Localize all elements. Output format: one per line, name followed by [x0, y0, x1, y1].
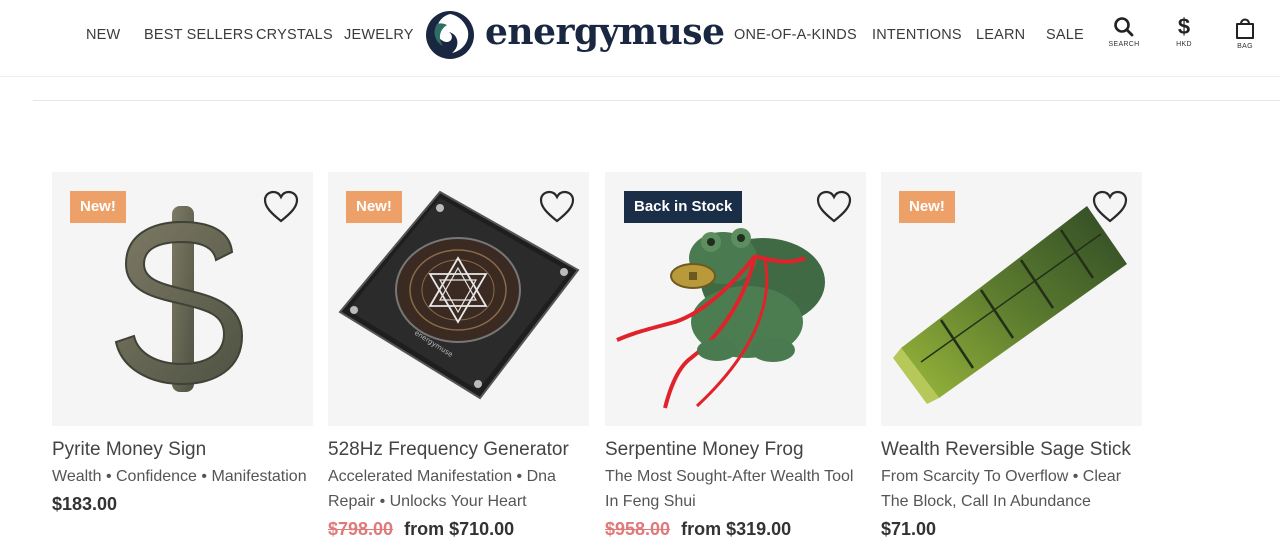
current-price: $71.00: [881, 519, 937, 539]
nav-crystals[interactable]: CRYSTALS: [256, 27, 333, 43]
logo-mark-icon: [426, 11, 474, 59]
currency-selector[interactable]: $ HKD: [1164, 14, 1204, 49]
heart-icon[interactable]: [539, 190, 575, 224]
product-subtitle: From Scarcity To Overflow • Clear The Bl…: [881, 468, 1122, 510]
product-price: $958.00 from $319.00: [605, 516, 866, 542]
dollar-icon: $: [1177, 14, 1191, 39]
brand-name: energymuse: [485, 11, 725, 53]
nav-sale[interactable]: SALE: [1046, 27, 1084, 43]
current-price: from $319.00: [681, 519, 792, 539]
new-badge: New!: [899, 191, 955, 223]
bag-icon: [1236, 18, 1254, 39]
nav-intentions[interactable]: INTENTIONS: [872, 27, 962, 43]
bag-button[interactable]: BAG: [1225, 16, 1265, 50]
site-header: NEW BEST SELLERS CRYSTALS JEWELRY energy…: [0, 0, 1280, 77]
product-title[interactable]: Pyrite Money Sign: [52, 438, 313, 462]
product-card[interactable]: energymuse New! 528Hz Frequency Generato…: [328, 172, 589, 542]
search-label: SEARCH: [1108, 41, 1140, 48]
heart-icon[interactable]: [263, 190, 299, 224]
nav-new[interactable]: NEW: [86, 27, 120, 43]
product-image[interactable]: New!: [52, 172, 313, 426]
nav-jewelry[interactable]: JEWELRY: [344, 27, 414, 43]
search-button[interactable]: SEARCH: [1104, 16, 1144, 48]
product-subtitle: Accelerated Manifestation • Dna Repair •…: [328, 468, 556, 510]
product-card[interactable]: Back in Stock Serpentine Money Frog The …: [605, 172, 866, 542]
product-title[interactable]: 528Hz Frequency Generator: [328, 438, 589, 462]
product-image[interactable]: Back in Stock: [605, 172, 866, 426]
bag-label: BAG: [1237, 43, 1253, 50]
current-price: from $710.00: [404, 519, 515, 539]
new-badge: New!: [70, 191, 126, 223]
product-card[interactable]: New! Pyrite Money Sign Wealth • Confiden…: [52, 172, 313, 517]
original-price: $798.00: [328, 519, 394, 539]
currency-label: HKD: [1176, 41, 1192, 48]
current-price: $183.00: [52, 494, 118, 514]
product-price: $798.00 from $710.00: [328, 516, 589, 542]
new-badge: New!: [346, 191, 402, 223]
section-divider: [33, 100, 1280, 101]
product-subtitle: Wealth • Confidence • Manifestation: [52, 468, 307, 485]
product-title[interactable]: Wealth Reversible Sage Stick: [881, 438, 1142, 462]
nav-one-of-a-kinds[interactable]: ONE-OF-A-KINDS: [734, 27, 857, 43]
product-subtitle: The Most Sought-After Wealth Tool In Fen…: [605, 468, 854, 510]
heart-icon[interactable]: [1092, 190, 1128, 224]
nav-best-sellers[interactable]: BEST SELLERS: [144, 27, 253, 43]
brand-logo[interactable]: energymuse: [425, 10, 725, 62]
nav-learn[interactable]: LEARN: [976, 27, 1025, 43]
heart-icon[interactable]: [816, 190, 852, 224]
product-image[interactable]: energymuse New!: [328, 172, 589, 426]
back-in-stock-badge: Back in Stock: [624, 191, 743, 223]
product-card[interactable]: New! Wealth Reversible Sage Stick From S…: [881, 172, 1142, 542]
product-price: $183.00: [52, 491, 313, 517]
product-image[interactable]: New!: [881, 172, 1142, 426]
search-icon: [1114, 17, 1134, 37]
original-price: $958.00: [605, 519, 671, 539]
product-title[interactable]: Serpentine Money Frog: [605, 438, 866, 462]
product-price: $71.00: [881, 516, 1142, 542]
